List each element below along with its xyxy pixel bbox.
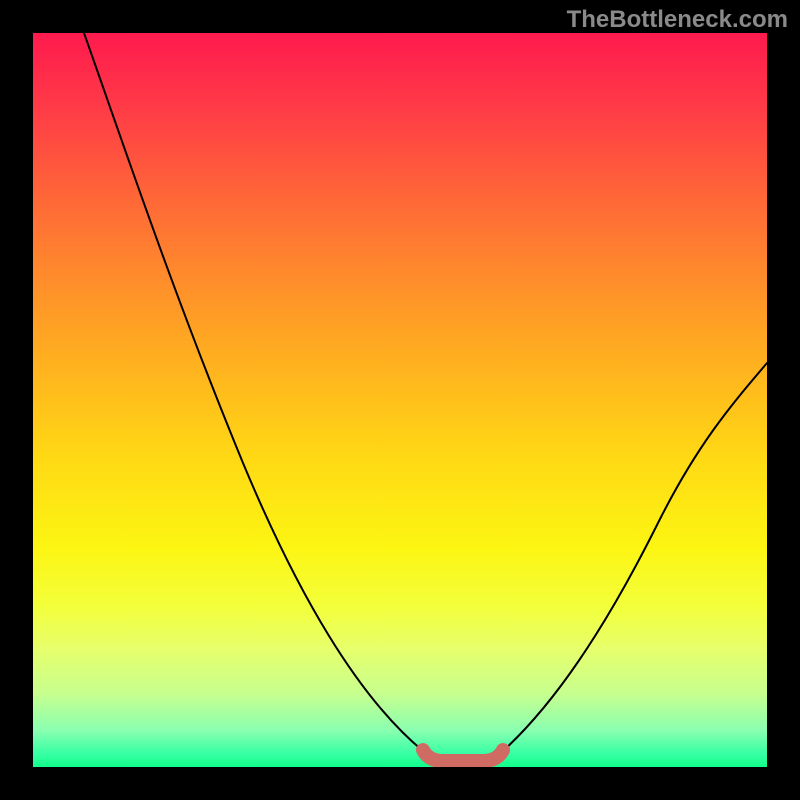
watermark-text: TheBottleneck.com xyxy=(567,6,788,34)
chart-frame: TheBottleneck.com xyxy=(0,0,800,800)
bottom-u-highlight xyxy=(423,750,503,761)
left-curve xyxy=(84,33,423,751)
plot-area xyxy=(33,33,767,767)
chart-svg xyxy=(33,33,767,767)
right-curve xyxy=(503,363,767,751)
